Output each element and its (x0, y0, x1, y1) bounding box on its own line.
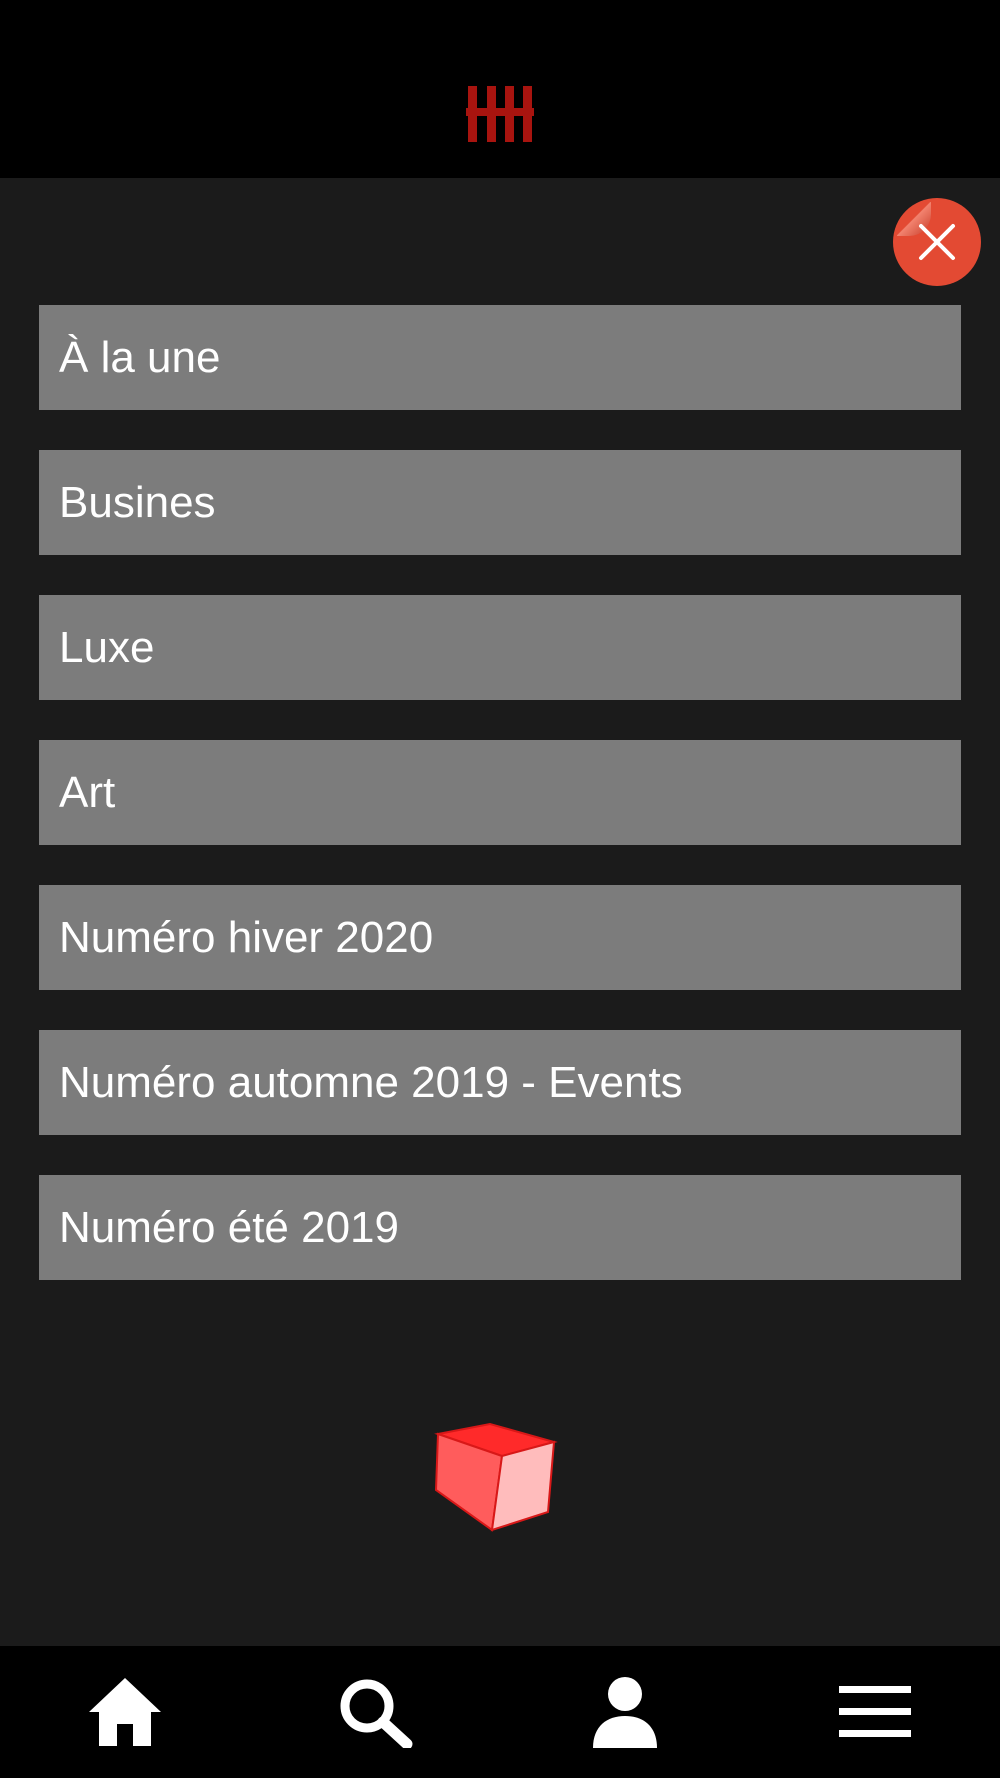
menu-item-label: Numéro été 2019 (59, 1203, 399, 1252)
menu-item-label: Numéro automne 2019 - Events (59, 1058, 683, 1107)
close-button[interactable] (893, 198, 981, 286)
menu-item-label: Busines (59, 478, 216, 527)
app-header (0, 0, 1000, 178)
search-icon (340, 1679, 413, 1748)
category-menu: À la une Busines Luxe Art Numéro hiver 2… (39, 305, 961, 1320)
menu-item-label: Numéro hiver 2020 (59, 913, 434, 962)
home-icon (89, 1678, 161, 1746)
menu-item-numero-ete-2019[interactable]: Numéro été 2019 (39, 1175, 961, 1280)
menu-item-busines[interactable]: Busines (39, 450, 961, 555)
menu-item-art[interactable]: Art (39, 740, 961, 845)
tab-search[interactable] (250, 1646, 500, 1778)
tab-profile[interactable] (500, 1646, 750, 1778)
tab-menu[interactable] (750, 1646, 1000, 1778)
menu-item-label: Art (59, 768, 116, 817)
menu-item-label: Luxe (59, 623, 155, 672)
hamburger-menu-icon (839, 1686, 911, 1737)
menu-item-luxe[interactable]: Luxe (39, 595, 961, 700)
menu-item-numero-automne-2019[interactable]: Numéro automne 2019 - Events (39, 1030, 961, 1135)
red-cube-icon (434, 1422, 558, 1532)
menu-item-a-la-une[interactable]: À la une (39, 305, 961, 410)
tab-home[interactable] (0, 1646, 250, 1778)
close-icon (919, 224, 955, 260)
menu-item-numero-hiver-2020[interactable]: Numéro hiver 2020 (39, 885, 961, 990)
bars-logo-icon[interactable] (466, 86, 534, 142)
bottom-tab-bar (0, 1646, 1000, 1778)
user-icon (593, 1677, 657, 1748)
menu-item-label: À la une (59, 333, 221, 382)
